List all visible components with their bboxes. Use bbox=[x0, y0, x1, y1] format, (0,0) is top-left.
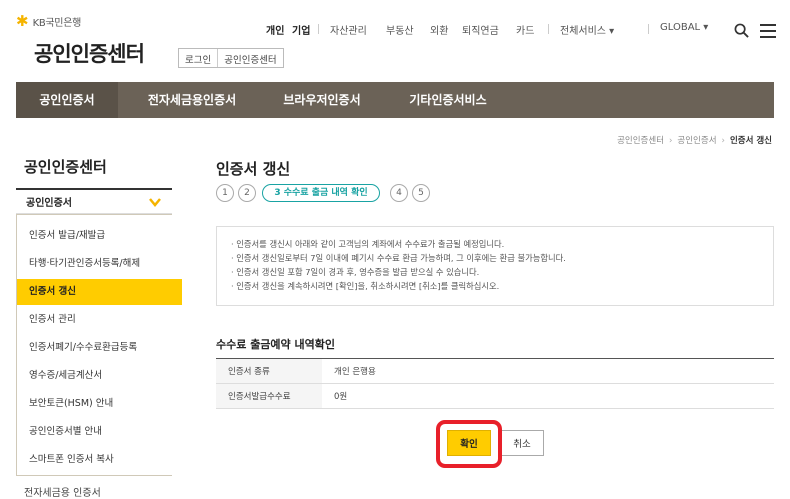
sidebar-item-renew[interactable]: 인증서 갱신 bbox=[17, 279, 182, 305]
step-4: 4 bbox=[390, 184, 408, 202]
nav-global[interactable]: GLOBAL ▾ bbox=[660, 22, 708, 33]
step-3-current: 3 수수료 출금 내역 확인 bbox=[262, 184, 380, 202]
hamburger-menu-icon[interactable] bbox=[760, 24, 776, 38]
nav-fx[interactable]: 외환 bbox=[430, 22, 448, 37]
notice-line: · 인증서 갱신을 계속하시려면 [확인]을, 취소하시려면 [취소]를 클릭하… bbox=[231, 281, 500, 291]
notice-line: · 인증서 갱신일 포함 7일이 경과 후, 영수증을 발급 받으실 수 있습니… bbox=[231, 267, 480, 277]
main-tab-browser-cert[interactable]: 브라우저인증서 bbox=[266, 82, 378, 118]
sidebar-item-smartphone-copy[interactable]: 스마트폰 인증서 복사 bbox=[17, 447, 182, 473]
section-title: 수수료 출금예약 내역확인 bbox=[216, 338, 335, 351]
sidebar-section-toggle[interactable]: 공인인증서 bbox=[16, 188, 172, 214]
notice-line: · 인증서를 갱신시 아래와 같이 고객님의 계좌에서 수수료가 출금될 예정입… bbox=[231, 239, 505, 249]
nav-separator bbox=[318, 24, 319, 34]
notice-box: · 인증서를 갱신시 아래와 같이 고객님의 계좌에서 수수료가 출금될 예정입… bbox=[216, 226, 774, 306]
breadcrumb-arrow-icon: › bbox=[721, 136, 725, 146]
breadcrumb-arrow-icon: › bbox=[669, 136, 673, 146]
search-icon[interactable] bbox=[734, 23, 749, 38]
main-nav: 공인인증서 전자세금용인증서 브라우저인증서 기타인증서비스 bbox=[16, 82, 774, 118]
breadcrumb-current: 인증서 갱신 bbox=[729, 136, 772, 146]
sidebar-list: 인증서 발급/재발급 타행·타기관인증서등록/해제 인증서 갱신 인증서 관리 … bbox=[16, 214, 182, 476]
nav-personal[interactable]: 개인 bbox=[266, 22, 284, 37]
fee-info-table: 인증서 종류 개인 은행용 인증서발급수수료 0원 bbox=[216, 358, 774, 409]
nav-pension[interactable]: 퇴직연금 bbox=[462, 22, 499, 37]
sidebar-item-issue[interactable]: 인증서 발급/재발급 bbox=[17, 223, 182, 249]
cancel-button[interactable]: 취소 bbox=[500, 430, 544, 456]
sidebar-title: 공인인증센터 bbox=[24, 158, 107, 176]
main-tab-tax-cert[interactable]: 전자세금용인증서 bbox=[128, 82, 256, 118]
nav-separator bbox=[648, 24, 649, 34]
chevron-down-icon bbox=[149, 197, 161, 207]
sidebar-item-revoke-refund[interactable]: 인증서폐기/수수료환급등록 bbox=[17, 335, 182, 361]
table-header-cert-type: 인증서 종류 bbox=[216, 358, 322, 384]
sidebar-item-cert-guide[interactable]: 공인인증서별 안내 bbox=[17, 419, 182, 445]
login-box: 로그인 공인인증센터 bbox=[178, 48, 284, 68]
table-value-cert-type: 개인 은행용 bbox=[322, 358, 774, 384]
nav-business[interactable]: 기업 bbox=[292, 22, 310, 37]
nav-asset[interactable]: 자산관리 bbox=[330, 22, 367, 37]
sidebar-item-tax-cert[interactable]: 전자세금용 인증서 bbox=[24, 484, 101, 499]
sidebar-section-label: 공인인증서 bbox=[26, 198, 72, 209]
sidebar-item-other-bank-register[interactable]: 타행·타기관인증서등록/해제 bbox=[17, 251, 182, 277]
table-row: 인증서 종류 개인 은행용 bbox=[216, 358, 774, 384]
step-1: 1 bbox=[216, 184, 234, 202]
main-tab-other-services[interactable]: 기타인증서비스 bbox=[392, 82, 504, 118]
sidebar-item-manage[interactable]: 인증서 관리 bbox=[17, 307, 182, 333]
login-link[interactable]: 로그인 bbox=[179, 49, 217, 67]
top-nav: 개인 기업 자산관리 부동산 외환 퇴직연금 카드 전체서비스 ▾ GLOBAL… bbox=[0, 20, 790, 40]
table-value-fee: 0원 bbox=[322, 383, 774, 409]
main-tab-cert[interactable]: 공인인증서 bbox=[16, 82, 118, 118]
table-header-fee: 인증서발급수수료 bbox=[216, 383, 322, 409]
page-title: 인증서 갱신 bbox=[216, 160, 291, 178]
nav-realestate[interactable]: 부동산 bbox=[386, 22, 414, 37]
step-5: 5 bbox=[412, 184, 430, 202]
step-2: 2 bbox=[238, 184, 256, 202]
nav-all-services[interactable]: 전체서비스 ▾ bbox=[560, 22, 614, 37]
nav-separator bbox=[548, 24, 549, 34]
cert-center-link[interactable]: 공인인증센터 bbox=[217, 49, 282, 67]
site-title[interactable]: 공인인증센터 bbox=[34, 38, 145, 68]
breadcrumb-level2[interactable]: 공인인증서 bbox=[677, 136, 716, 146]
nav-card[interactable]: 카드 bbox=[516, 22, 534, 37]
notice-line: · 인증서 갱신일로부터 7일 이내에 폐기시 수수료 환급 가능하며, 그 이… bbox=[231, 253, 566, 263]
breadcrumb: 공인인증센터 › 공인인증서 › 인증서 갱신 bbox=[617, 134, 772, 146]
confirm-highlight-box bbox=[436, 420, 502, 468]
breadcrumb-level1[interactable]: 공인인증센터 bbox=[617, 136, 664, 146]
sidebar-item-hsm[interactable]: 보안토큰(HSM) 안내 bbox=[17, 391, 182, 417]
sidebar-item-receipt[interactable]: 영수증/세금계산서 bbox=[17, 363, 182, 389]
table-row: 인증서발급수수료 0원 bbox=[216, 383, 774, 409]
